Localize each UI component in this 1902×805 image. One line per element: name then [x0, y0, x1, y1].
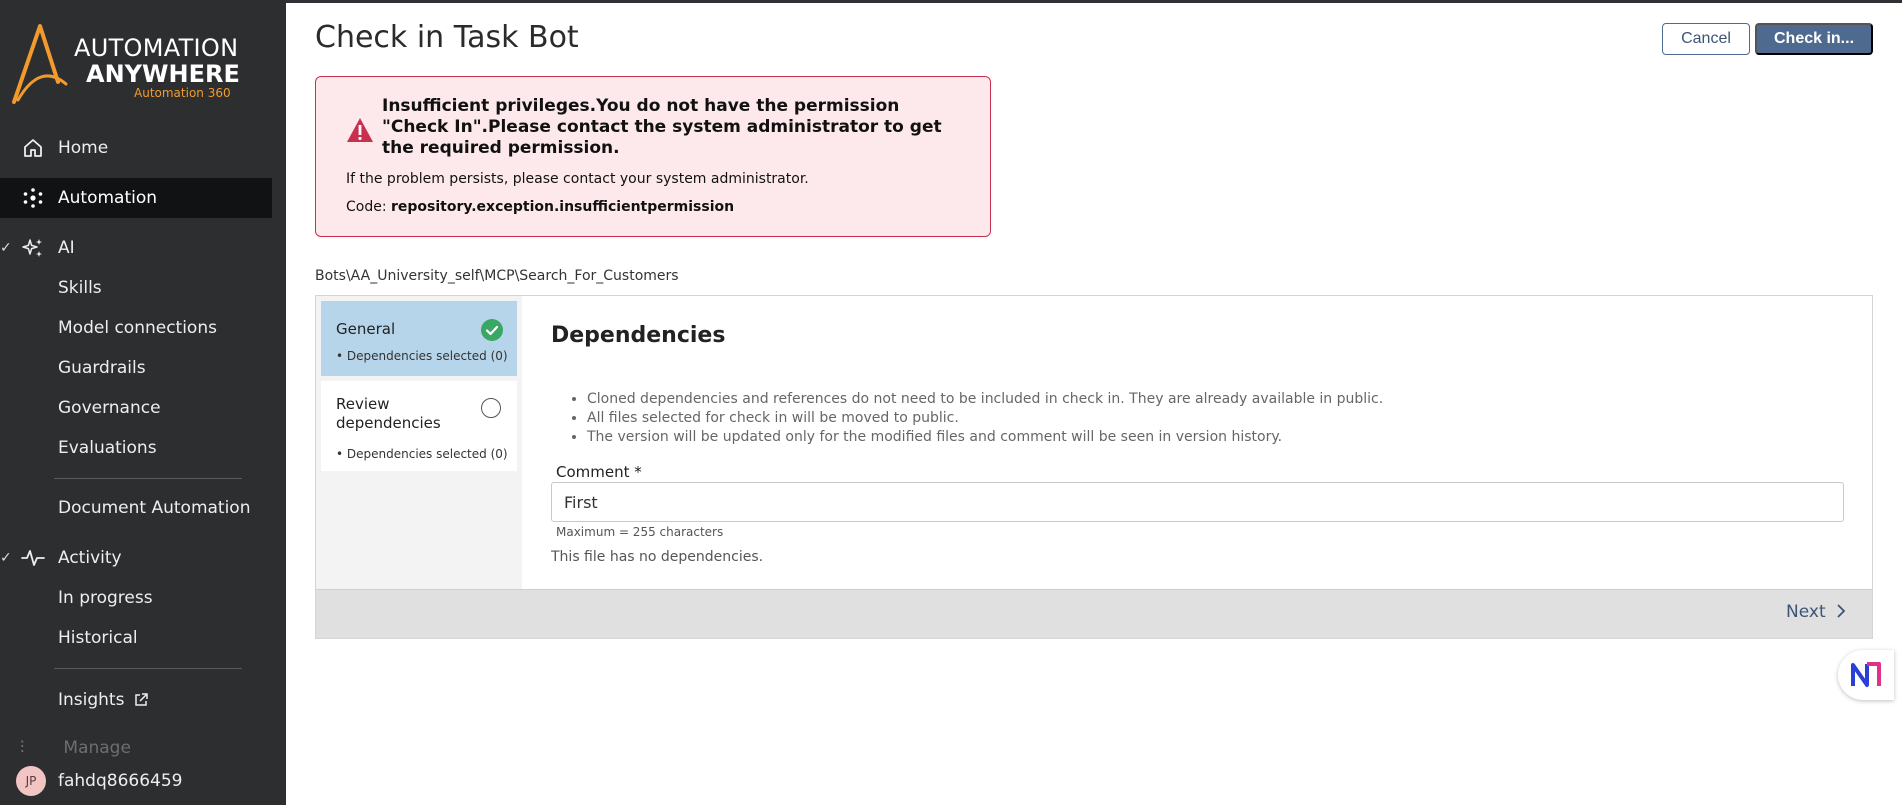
checkmark-icon: ✓ — [0, 550, 12, 566]
brand-line2: ANYWHERE — [86, 60, 240, 88]
sidebar-item-guardrails[interactable]: Guardrails — [58, 352, 146, 384]
next-label: Next — [1786, 602, 1826, 622]
check-circle-icon — [481, 319, 503, 341]
sidebar-item-label: Automation — [58, 188, 158, 208]
comment-input[interactable] — [551, 482, 1844, 522]
sparkle-icon — [20, 235, 46, 261]
sidebar-item-label: Activity — [58, 548, 122, 568]
file-path: Bots\AA_University_self\MCP\Search_For_C… — [315, 268, 679, 284]
list-item: All files selected for check in will be … — [587, 409, 1383, 428]
automation-icon — [20, 185, 46, 211]
step-general[interactable]: General • Dependencies selected (0) — [321, 301, 517, 376]
external-link-icon — [133, 692, 149, 708]
sidebar-item-skills[interactable]: Skills — [58, 272, 102, 304]
brand-line1: AUTOMATION — [74, 34, 239, 62]
comment-label: Comment * — [556, 463, 642, 481]
sidebar-item-in-progress[interactable]: In progress — [58, 582, 153, 614]
step-subtitle: • Dependencies selected (0) — [336, 349, 508, 363]
sidebar-item-label: Manage — [63, 738, 131, 758]
automation-anywhere-logo-icon — [12, 24, 68, 104]
sidebar-item-insights[interactable]: Insights — [58, 684, 149, 716]
wizard-footer: Next — [316, 589, 1872, 638]
alert-title: Insufficient privileges.You do not have … — [382, 96, 942, 158]
sidebar-divider — [54, 668, 242, 669]
alert-code-label: Code: — [346, 199, 392, 215]
info-list: Cloned dependencies and references do no… — [571, 390, 1383, 447]
wizard-steps: General • Dependencies selected (0) Revi… — [316, 296, 522, 589]
sidebar-item-label: Home — [58, 138, 109, 158]
checkmark-icon: ✓ — [0, 240, 12, 256]
user-profile[interactable]: JP fahdq8666459 — [16, 766, 182, 796]
alert-code: Code: repository.exception.insufficientp… — [346, 199, 734, 215]
assistant-launcher[interactable] — [1838, 650, 1894, 700]
max-chars-hint: Maximum = 255 characters — [556, 525, 724, 539]
home-icon — [20, 135, 46, 161]
sidebar-item-home[interactable]: Home — [0, 128, 272, 168]
brand-logo[interactable]: AUTOMATION ANYWHERE Automation 360 — [10, 22, 250, 108]
step-review-dependencies[interactable]: Review dependencies • Dependencies selec… — [321, 381, 517, 471]
list-item: The version will be updated only for the… — [587, 428, 1383, 447]
assistant-logo-icon — [1851, 662, 1881, 687]
sidebar-item-label: Insights — [58, 690, 125, 710]
sidebar-item-document-automation[interactable]: Document Automation — [58, 492, 251, 524]
chevron-right-icon — [1836, 603, 1846, 622]
section-title: Dependencies — [551, 323, 726, 348]
sidebar-item-label: AI — [58, 238, 75, 258]
top-border — [286, 0, 1902, 3]
sidebar-item-activity[interactable]: ✓ Activity — [0, 538, 272, 578]
sliders-icon: ⫶ — [20, 738, 25, 758]
username: fahdq8666459 — [58, 771, 183, 791]
empty-circle-icon — [481, 398, 501, 418]
avatar: JP — [16, 766, 46, 796]
sidebar-item-model-connections[interactable]: Model connections — [58, 312, 217, 344]
sidebar-item-governance[interactable]: Governance — [58, 392, 161, 424]
step-subtitle: • Dependencies selected (0) — [336, 447, 508, 461]
alert-message: If the problem persists, please contact … — [346, 171, 809, 187]
no-dependencies-text: This file has no dependencies. — [551, 549, 764, 565]
sidebar-item-manage[interactable]: ⫶ Manage — [20, 738, 131, 758]
check-in-button[interactable]: Check in... — [1755, 23, 1873, 55]
sidebar-item-evaluations[interactable]: Evaluations — [58, 432, 157, 464]
error-alert: Insufficient privileges.You do not have … — [315, 76, 991, 237]
check-in-wizard: General • Dependencies selected (0) Revi… — [315, 295, 1873, 639]
pulse-icon — [20, 545, 46, 571]
page-title: Check in Task Bot — [315, 20, 579, 55]
cancel-button[interactable]: Cancel — [1662, 23, 1750, 55]
next-button[interactable]: Next — [1786, 602, 1846, 622]
sidebar-item-historical[interactable]: Historical — [58, 622, 138, 654]
step-title: Review dependencies — [336, 395, 441, 432]
warning-icon — [347, 118, 373, 142]
sidebar-divider — [54, 478, 242, 479]
brand-tagline: Automation 360 — [134, 86, 231, 100]
step-title: General — [336, 320, 396, 338]
sidebar-item-ai[interactable]: ✓ AI — [0, 228, 272, 268]
sidebar: AUTOMATION ANYWHERE Automation 360 Home … — [0, 0, 286, 805]
alert-code-value: repository.exception.insufficientpermiss… — [391, 199, 735, 215]
list-item: Cloned dependencies and references do no… — [587, 390, 1383, 409]
sidebar-item-automation[interactable]: Automation — [0, 178, 272, 218]
